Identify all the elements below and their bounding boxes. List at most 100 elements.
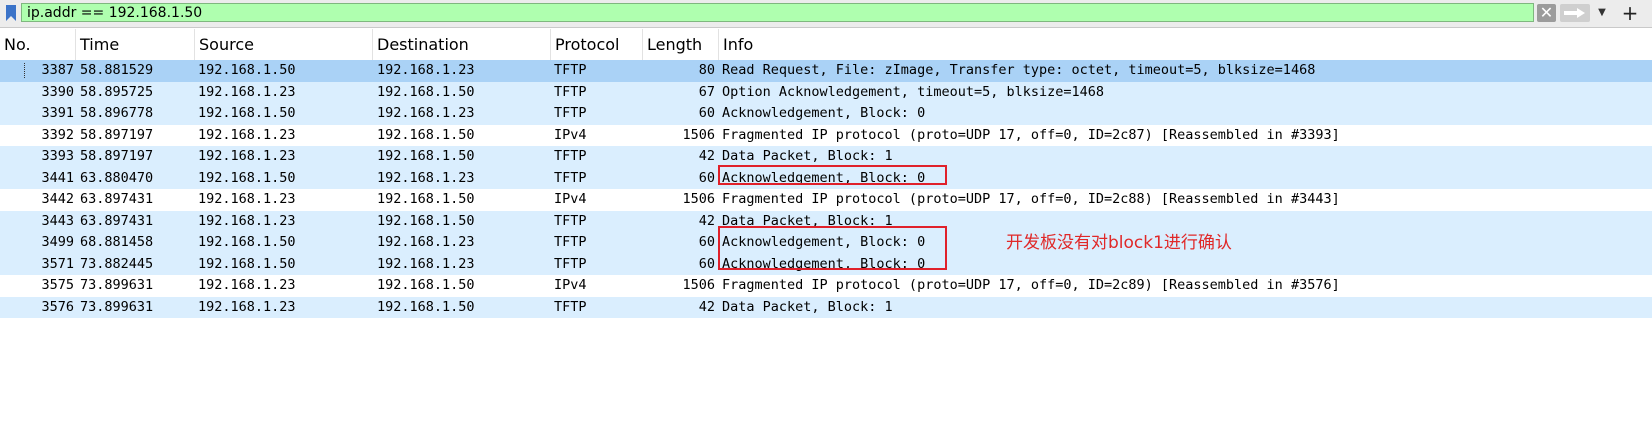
packet-time: 63.880470 [80,169,154,186]
packet-source: 192.168.1.23 [198,83,296,100]
packet-destination: 192.168.1.50 [377,126,475,143]
packet-row[interactable]: 3442 63.897431 192.168.1.23 192.168.1.50 IPv… [0,189,1652,211]
packet-source: 192.168.1.23 [198,298,296,315]
packet-no: 3576 [41,298,74,315]
column-header-time[interactable]: Time [76,29,195,60]
packet-time: 63.897431 [80,191,154,207]
packet-destination: 192.168.1.50 [377,277,475,293]
packet-protocol: TFTP [554,212,587,229]
packet-length: 60 [698,255,715,272]
packet-destination: 192.168.1.23 [377,105,475,121]
packet-length: 42 [698,148,715,164]
packet-protocol: TFTP [554,83,587,100]
packet-length: 60 [698,234,715,250]
packet-time: 58.897197 [80,148,154,164]
packet-no: 3387 [41,62,74,78]
bookmark-icon[interactable] [3,3,19,23]
packet-time: 68.881458 [80,234,154,250]
packet-length: 1506 [682,191,715,207]
packet-protocol: TFTP [554,234,587,250]
packet-source: 192.168.1.23 [198,212,296,229]
packet-time: 58.895725 [80,83,154,100]
packet-protocol: TFTP [554,169,587,186]
packet-length: 80 [698,62,715,78]
highlight-box-ack-3499-3571 [718,226,947,270]
packet-info: Fragmented IP protocol (proto=UDP 17, of… [722,277,1340,293]
packet-no: 3442 [41,191,74,207]
apply-filter-arrow-icon[interactable] [1560,4,1590,22]
column-header-protocol[interactable]: Protocol [551,29,643,60]
packet-no: 3499 [41,234,74,250]
packet-source: 192.168.1.50 [198,62,296,78]
packet-info: Option Acknowledgement, timeout=5, blksi… [722,83,1105,100]
annotation-text: 开发板没有对block1进行确认 [1006,233,1232,253]
packet-source: 192.168.1.23 [198,148,296,164]
column-header-length[interactable]: Length [643,29,719,60]
display-filter-input[interactable] [21,3,1534,22]
packet-destination: 192.168.1.23 [377,234,475,250]
packet-no: 3393 [41,148,74,164]
packet-list-header: No. Time Source Destination Protocol Len… [0,29,1652,61]
packet-row[interactable]: 3387 58.881529 192.168.1.50 192.168.1.23 TFT… [0,60,1652,82]
packet-destination: 192.168.1.23 [377,169,475,186]
packet-length: 60 [698,105,715,121]
packet-time: 73.882445 [80,255,154,272]
packet-destination: 192.168.1.50 [377,83,475,100]
packet-no: 3392 [41,126,74,143]
packet-time: 63.897431 [80,212,154,229]
packet-row[interactable]: 3391 58.896778 192.168.1.50 192.168.1.23 TFT… [0,103,1652,125]
packet-protocol: IPv4 [554,277,587,293]
packet-protocol: IPv4 [554,191,587,207]
packet-time: 73.899631 [80,298,154,315]
packet-protocol: TFTP [554,62,587,78]
packet-length: 60 [698,169,715,186]
packet-protocol: IPv4 [554,126,587,143]
filter-history-chevron-down-icon[interactable]: ▼ [1594,4,1610,22]
packet-no: 3575 [41,277,74,293]
packet-destination: 192.168.1.50 [377,148,475,164]
packet-info: Fragmented IP protocol (proto=UDP 17, of… [722,126,1340,143]
highlight-box-ack-3441 [718,165,947,185]
packet-destination: 192.168.1.50 [377,212,475,229]
packet-length: 42 [698,212,715,229]
packet-info: Data Packet, Block: 1 [722,298,893,315]
packet-no: 3391 [41,105,74,121]
packet-protocol: TFTP [554,148,587,164]
packet-row[interactable]: 3392 58.897197 192.168.1.23 192.168.1.50 IPv… [0,124,1652,146]
packet-row[interactable]: 3575 73.899631 192.168.1.23 192.168.1.50 IPv… [0,275,1652,297]
column-header-info[interactable]: Info [719,29,1652,60]
packet-source: 192.168.1.23 [198,191,296,207]
packet-time: 73.899631 [80,277,154,293]
packet-destination: 192.168.1.23 [377,62,475,78]
column-header-no[interactable]: No. [0,29,76,60]
add-filter-button-plus-icon[interactable]: + [1619,2,1641,24]
column-header-source[interactable]: Source [195,29,373,60]
packet-source: 192.168.1.50 [198,105,296,121]
packet-info: Read Request, File: zImage, Transfer typ… [722,62,1316,78]
packet-no: 3441 [41,169,74,186]
packet-protocol: TFTP [554,255,587,272]
clear-filter-icon[interactable]: ✕ [1537,4,1556,22]
column-header-destination[interactable]: Destination [373,29,551,60]
packet-row[interactable]: 3576 73.899631 192.168.1.23 192.168.1.50 TFT… [0,296,1652,318]
packet-length: 42 [698,298,715,315]
packet-no: 3390 [41,83,74,100]
packet-info: Data Packet, Block: 1 [722,148,893,164]
packet-time: 58.881529 [80,62,154,78]
packet-source: 192.168.1.50 [198,169,296,186]
packet-row[interactable]: 3390 58.895725 192.168.1.23 192.168.1.50 TFT… [0,81,1652,103]
packet-source: 192.168.1.23 [198,126,296,143]
packet-length: 67 [698,83,715,100]
packet-source: 192.168.1.23 [198,277,296,293]
packet-info: Fragmented IP protocol (proto=UDP 17, of… [722,191,1340,207]
packet-protocol: TFTP [554,298,587,315]
packet-source: 192.168.1.50 [198,234,296,250]
packet-length: 1506 [682,277,715,293]
display-filter-toolbar: ✕ ▼ + [0,0,1652,28]
packet-time: 58.897197 [80,126,154,143]
packet-list: 3387 58.881529 192.168.1.50 192.168.1.23 TFT… [0,60,1652,318]
packet-time: 58.896778 [80,105,154,121]
packet-destination: 192.168.1.50 [377,298,475,315]
packet-length: 1506 [682,126,715,143]
packet-destination: 192.168.1.50 [377,191,475,207]
